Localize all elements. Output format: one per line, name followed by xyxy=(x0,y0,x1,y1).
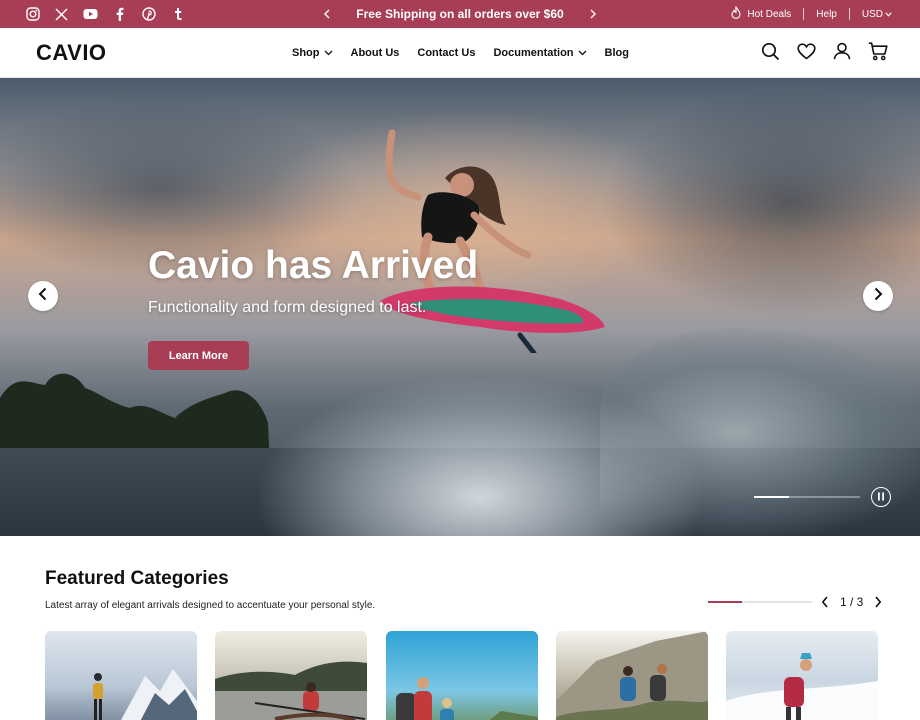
nav-item-documentation[interactable]: Documentation xyxy=(493,47,586,59)
chevron-left-icon[interactable] xyxy=(818,595,832,609)
promo-carousel: Free Shipping on all orders over $60 xyxy=(320,0,600,28)
mountain-hiker-photo xyxy=(93,669,197,720)
page-indicator: 1 / 3 xyxy=(840,595,864,609)
pause-icon xyxy=(877,488,885,506)
slide-progress xyxy=(754,496,860,498)
nav-item-label: Documentation xyxy=(493,47,574,59)
hero-next-button[interactable] xyxy=(863,281,893,311)
brand-logo[interactable]: CAVIO xyxy=(36,40,107,66)
chevron-left-icon xyxy=(38,287,48,306)
hero-slider: Cavio has Arrived Functionality and form… xyxy=(0,78,920,536)
nav-item-blog[interactable]: Blog xyxy=(605,47,629,59)
family-hike-photo xyxy=(396,677,538,720)
nav-item-about-us[interactable]: About Us xyxy=(351,47,400,59)
help-link[interactable]: Help xyxy=(816,9,837,20)
category-card[interactable] xyxy=(726,631,878,720)
chevron-right-icon[interactable] xyxy=(871,595,885,609)
header-actions xyxy=(760,41,888,61)
chevron-right-icon xyxy=(873,287,883,306)
category-card[interactable] xyxy=(215,631,367,720)
utility-links: Hot Deals Help USD xyxy=(731,0,892,28)
snow-hike-photo xyxy=(726,653,878,720)
category-pager: 1 / 3 xyxy=(818,592,885,612)
pause-button[interactable] xyxy=(871,487,891,507)
chevron-right-icon[interactable] xyxy=(586,7,600,21)
promo-text: Free Shipping on all orders over $60 xyxy=(356,7,564,21)
instagram-icon[interactable] xyxy=(24,6,41,23)
flame-icon xyxy=(731,5,741,22)
category-card[interactable] xyxy=(386,631,538,720)
facebook-icon[interactable] xyxy=(111,6,128,23)
chevron-down-icon xyxy=(578,47,587,59)
tumblr-icon[interactable] xyxy=(169,6,186,23)
currency-selector[interactable]: USD xyxy=(862,9,892,20)
category-progress-fill xyxy=(708,601,743,603)
social-links xyxy=(24,0,186,28)
user-icon[interactable] xyxy=(832,41,852,61)
surfer-photo xyxy=(380,129,605,353)
divider xyxy=(848,8,850,20)
slide-progress-fill xyxy=(754,496,789,498)
divider xyxy=(803,8,805,20)
search-icon[interactable] xyxy=(760,41,780,61)
currency-label: USD xyxy=(861,8,883,20)
chevron-down-icon xyxy=(885,9,892,20)
nav-item-label: Shop xyxy=(292,47,320,59)
kayak-photo xyxy=(215,661,367,720)
pinterest-icon[interactable] xyxy=(140,6,157,23)
section-subtitle: Latest array of elegant arrivals designe… xyxy=(45,600,376,611)
hot-deals-label: Hot Deals xyxy=(747,8,792,20)
heart-icon[interactable] xyxy=(796,41,816,61)
hero-title: Cavio has Arrived xyxy=(148,244,479,287)
youtube-icon[interactable] xyxy=(82,6,99,23)
nav-item-label: Contact Us xyxy=(417,47,476,59)
hot-deals-link[interactable]: Hot Deals xyxy=(731,5,792,22)
nav-item-label: About Us xyxy=(350,47,400,59)
announcement-bar: Free Shipping on all orders over $60 Hot… xyxy=(0,0,920,28)
nav-item-shop[interactable]: Shop xyxy=(292,47,333,59)
main-nav: Shop About Us Contact Us Documentation B… xyxy=(292,28,629,78)
category-card[interactable] xyxy=(45,631,197,720)
chevron-down-icon xyxy=(324,47,333,59)
chevron-left-icon[interactable] xyxy=(320,7,334,21)
category-card[interactable] xyxy=(556,631,708,720)
site-header: CAVIO Shop About Us Contact Us Documenta… xyxy=(0,28,920,78)
section-title: Featured Categories xyxy=(45,568,229,589)
x-icon[interactable] xyxy=(53,6,70,23)
learn-more-button[interactable]: Learn More xyxy=(148,341,249,370)
hero-prev-button[interactable] xyxy=(28,281,58,311)
rock-hike-photo xyxy=(556,631,708,720)
cart-icon[interactable] xyxy=(868,41,888,61)
water-spray xyxy=(260,378,700,536)
category-progress xyxy=(708,601,812,603)
hero-subtitle: Functionality and form designed to last. xyxy=(148,299,427,316)
nav-item-contact-us[interactable]: Contact Us xyxy=(417,47,475,59)
nav-item-label: Blog xyxy=(604,47,629,59)
